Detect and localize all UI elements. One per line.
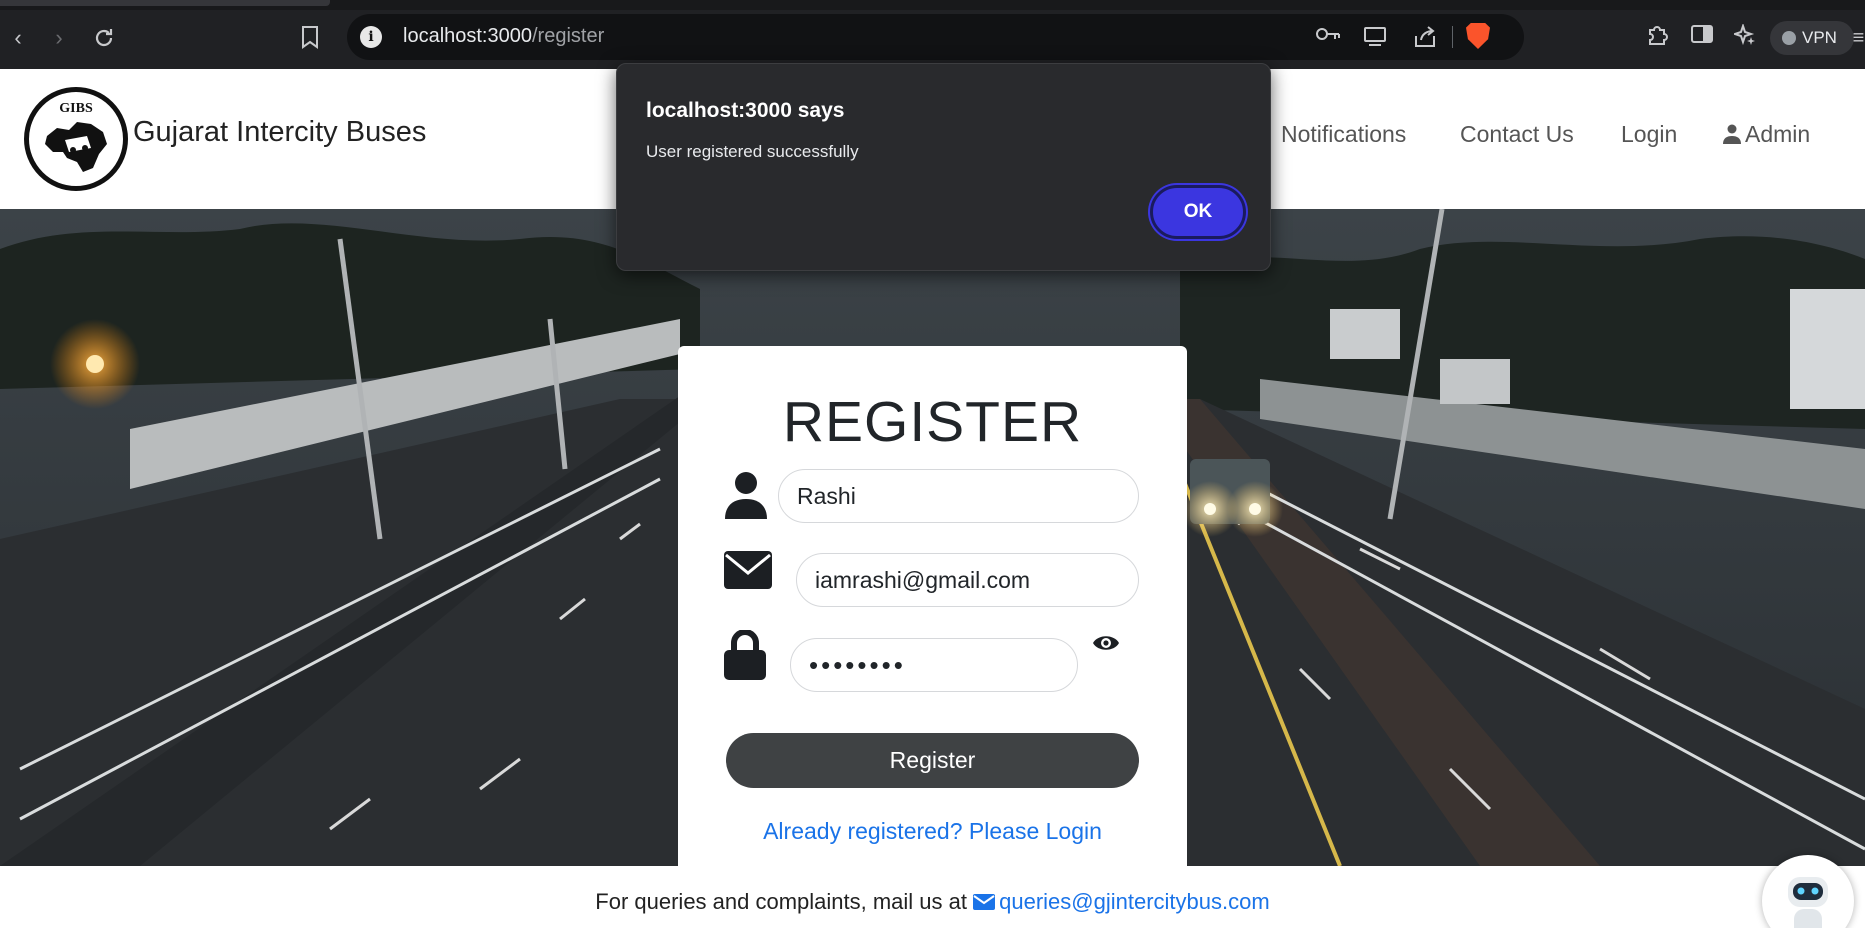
reload-icon[interactable] [90, 24, 118, 52]
site-info-icon[interactable]: i [360, 26, 382, 48]
url-text[interactable]: localhost:3000/register [403, 25, 604, 48]
dialog-message: User registered successfully [646, 142, 859, 161]
brand-title[interactable]: Gujarat Intercity Buses [133, 116, 426, 149]
menu-icon[interactable]: ≡ [1852, 24, 1865, 52]
hero-background-image: REGISTER Rashi iamrashi@gmail.com ••••••… [0, 209, 1865, 866]
url-path: /register [531, 25, 605, 47]
site-footer: For queries and complaints, mail us at q… [0, 866, 1865, 928]
logo-text: GIBS [59, 101, 93, 116]
user-icon [724, 471, 768, 519]
nav-login[interactable]: Login [1621, 121, 1677, 148]
envelope-icon [724, 551, 772, 599]
alert-dialog: localhost:3000 says User registered succ… [616, 63, 1271, 271]
chatbot-robot-icon[interactable] [1762, 855, 1854, 928]
vpn-label: VPN [1802, 28, 1837, 47]
footer-email-link[interactable]: queries@gjintercitybus.com [999, 889, 1270, 914]
password-input[interactable]: •••••••• [790, 638, 1078, 692]
dialog-title: localhost:3000 says [646, 99, 845, 122]
active-tab-edge [0, 0, 330, 6]
url-host: localhost:3000 [403, 25, 532, 47]
register-button[interactable]: Register [726, 733, 1139, 788]
lock-icon [724, 630, 768, 680]
url-divider [1452, 26, 1453, 48]
back-icon[interactable]: ‹ [4, 24, 32, 52]
mail-icon [973, 890, 996, 910]
cast-icon[interactable] [1362, 26, 1388, 48]
vpn-status-icon [1782, 31, 1796, 45]
key-icon[interactable] [1315, 26, 1341, 48]
leo-ai-icon[interactable] [1731, 22, 1759, 52]
forward-icon[interactable]: › [45, 24, 73, 52]
person-icon [1723, 123, 1741, 144]
vpn-button[interactable]: VPN [1770, 21, 1854, 55]
nav-admin[interactable]: Admin [1723, 121, 1810, 148]
name-input[interactable]: Rashi [778, 469, 1139, 523]
ok-button[interactable]: OK [1150, 185, 1246, 239]
browser-toolbar: ‹ › i localhost:3000/register VPN ≡ [0, 0, 1865, 69]
address-bar[interactable]: i localhost:3000/register [347, 14, 1524, 60]
eye-icon[interactable] [1092, 633, 1120, 653]
register-card: REGISTER Rashi iamrashi@gmail.com ••••••… [678, 346, 1187, 866]
sidebar-icon[interactable] [1688, 24, 1716, 52]
nav-contact-us[interactable]: Contact Us [1460, 121, 1574, 148]
gujarat-map-icon [45, 122, 107, 172]
site-logo[interactable]: GIBS [24, 87, 128, 191]
footer-label: For queries and complaints, mail us at [595, 889, 968, 914]
extensions-icon[interactable] [1643, 24, 1671, 52]
register-heading: REGISTER [782, 390, 1083, 454]
nav-notifications[interactable]: Notifications [1281, 121, 1406, 148]
email-input[interactable]: iamrashi@gmail.com [796, 553, 1139, 607]
nav-admin-label: Admin [1745, 121, 1811, 147]
footer-text: For queries and complaints, mail us at q… [0, 889, 1865, 915]
bookmark-icon[interactable] [300, 25, 324, 53]
login-link[interactable]: Already registered? Please Login [678, 818, 1187, 845]
share-icon[interactable] [1412, 26, 1438, 48]
